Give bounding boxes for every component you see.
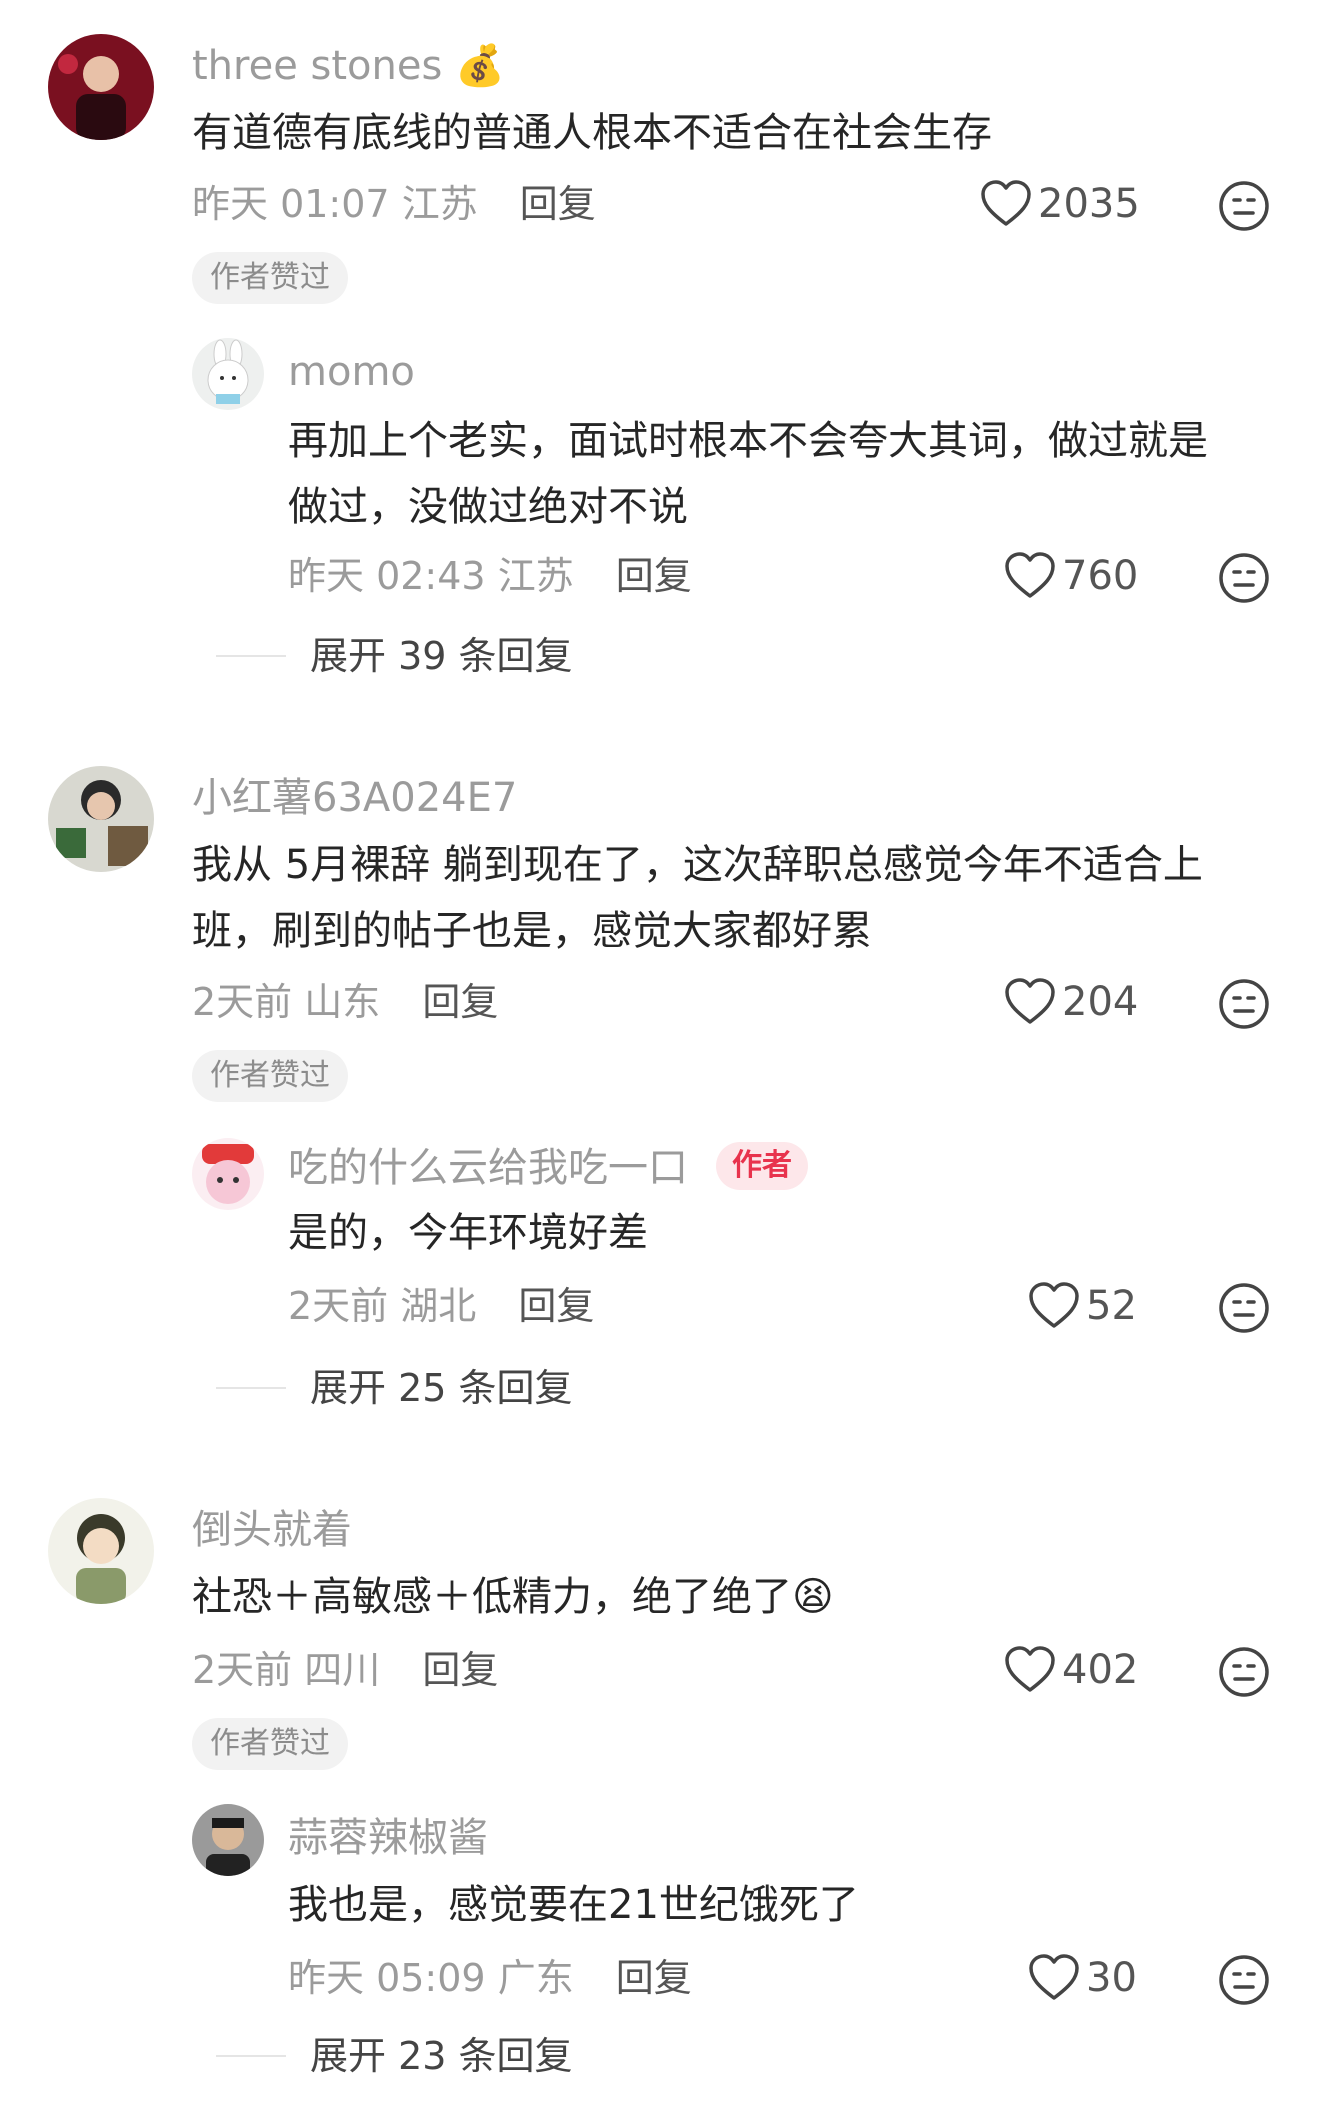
reply-text: 是的，今年环境好差	[288, 1210, 648, 1256]
avatar[interactable]	[48, 766, 154, 872]
comment-username[interactable]: 小红薯63A024E7	[192, 774, 517, 822]
money-bag-icon: 💰	[455, 43, 505, 89]
author-liked-badge: 作者赞过	[192, 1718, 348, 1770]
comment-text: 社恐＋高敏感＋低精力，绝了绝了😫	[192, 1574, 834, 1620]
reply-meta: 昨天 02:43 江苏 回复	[288, 554, 692, 598]
avatar[interactable]	[48, 1498, 154, 1604]
comment-text: 我从 5月裸辞 躺到现在了，这次辞职总感觉今年不适合上 班，刷到的帖子也是，感觉…	[192, 842, 1203, 954]
comment-meta: 2天前 四川 回复	[192, 1648, 499, 1692]
like-count: 760	[1062, 553, 1139, 599]
like-button[interactable]: 2035	[980, 180, 1140, 228]
comment-text: 有道德有底线的普通人根本不适合在社会生存	[192, 110, 992, 156]
expand-replies-button[interactable]: 展开 39 条回复	[216, 632, 573, 680]
avatar[interactable]	[192, 1804, 264, 1876]
avatar[interactable]	[192, 1138, 264, 1210]
emoji-reaction-icon[interactable]	[1218, 1282, 1270, 1338]
reply-button[interactable]: 回复	[520, 182, 596, 226]
author-tag: 作者	[716, 1142, 808, 1190]
like-count: 2035	[1038, 181, 1140, 227]
divider	[216, 1387, 286, 1389]
reply-meta: 昨天 05:09 广东 回复	[288, 1956, 692, 2000]
reply-text: 我也是，感觉要在21世纪饿死了	[288, 1882, 859, 1928]
reply-button[interactable]: 回复	[616, 1956, 692, 2000]
like-button[interactable]: 760	[1004, 552, 1138, 600]
reply-username[interactable]: 吃的什么云给我吃一口	[288, 1144, 688, 1192]
heart-icon	[1029, 1282, 1079, 1328]
like-count: 30	[1086, 1955, 1137, 2001]
emoji-reaction-icon[interactable]	[1218, 1954, 1270, 2010]
like-button[interactable]: 402	[1004, 1646, 1138, 1694]
emoji-reaction-icon[interactable]	[1218, 978, 1270, 1034]
avatar[interactable]	[48, 34, 154, 140]
tired-face-emoji-icon: 😫	[792, 1574, 834, 1620]
expand-replies-button[interactable]: 展开 25 条回复	[216, 1364, 573, 1412]
emoji-reaction-icon[interactable]	[1218, 1646, 1270, 1702]
avatar[interactable]	[192, 338, 264, 410]
like-count: 402	[1062, 1647, 1139, 1693]
emoji-reaction-icon[interactable]	[1218, 552, 1270, 608]
reply-button[interactable]: 回复	[518, 1284, 594, 1328]
like-button[interactable]: 30	[1028, 1954, 1137, 2002]
reply-username[interactable]: 蒜蓉辣椒酱	[288, 1814, 488, 1862]
heart-icon	[1005, 978, 1055, 1024]
reply-text: 再加上个老实，面试时根本不会夸大其词，做过就是 做过，没做过绝对不说	[288, 418, 1208, 530]
heart-icon	[981, 180, 1031, 226]
like-button[interactable]: 204	[1004, 978, 1138, 1026]
heart-icon	[1029, 1954, 1079, 2000]
heart-icon	[1005, 1646, 1055, 1692]
divider	[216, 655, 286, 657]
like-count: 204	[1062, 979, 1139, 1025]
comment-username[interactable]: three stones 💰	[192, 42, 505, 90]
author-liked-badge: 作者赞过	[192, 1050, 348, 1102]
like-button[interactable]: 52	[1028, 1282, 1137, 1330]
reply-username[interactable]: momo	[288, 348, 415, 396]
comment-meta: 昨天 01:07 江苏 回复	[192, 182, 596, 226]
expand-replies-button[interactable]: 展开 23 条回复	[216, 2032, 573, 2080]
reply-meta: 2天前 湖北 回复	[288, 1284, 595, 1328]
comment-meta: 2天前 山东 回复	[192, 980, 499, 1024]
reply-button[interactable]: 回复	[616, 554, 692, 598]
emoji-reaction-icon[interactable]	[1218, 180, 1270, 236]
reply-button[interactable]: 回复	[422, 1648, 498, 1692]
divider	[216, 2055, 286, 2057]
reply-button[interactable]: 回复	[422, 980, 498, 1024]
comment-username[interactable]: 倒头就着	[192, 1506, 352, 1554]
heart-icon	[1005, 552, 1055, 598]
like-count: 52	[1086, 1283, 1137, 1329]
author-liked-badge: 作者赞过	[192, 252, 348, 304]
